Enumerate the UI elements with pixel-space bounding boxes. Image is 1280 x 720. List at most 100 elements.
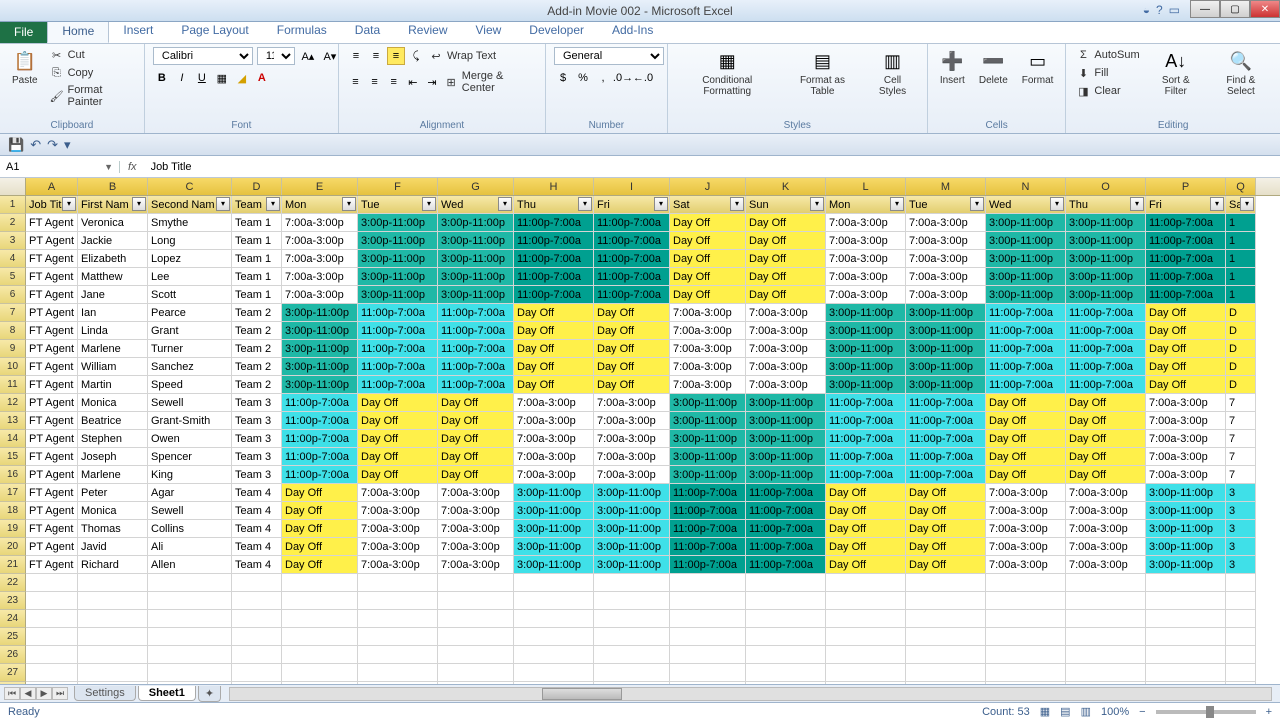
cell[interactable]: 7:00a-3:00p: [906, 286, 986, 304]
cell[interactable]: 7:00a-3:00p: [826, 232, 906, 250]
cell[interactable]: 3:00p-11:00p: [282, 340, 358, 358]
fill-color-button[interactable]: ◢: [233, 69, 251, 87]
cell[interactable]: 7:00a-3:00p: [594, 394, 670, 412]
cell[interactable]: 3:00p-11:00p: [358, 214, 438, 232]
align-middle-icon[interactable]: ≡: [367, 47, 385, 65]
cell[interactable]: 7:00a-3:00p: [826, 268, 906, 286]
cell[interactable]: Day Off: [282, 520, 358, 538]
cell[interactable]: Day Off: [826, 484, 906, 502]
cell[interactable]: [514, 628, 594, 646]
cell[interactable]: 3:00p-11:00p: [670, 430, 746, 448]
cell[interactable]: PT Agent: [26, 538, 78, 556]
cell[interactable]: 7:00a-3:00p: [670, 322, 746, 340]
cell[interactable]: 7:00a-3:00p: [670, 358, 746, 376]
sheet-tab-sheet1[interactable]: Sheet1: [138, 686, 196, 701]
grid-body[interactable]: 1Job Titl▾First Nam▾Second Nam▾Team▾Mon▾…: [0, 196, 1280, 684]
col-header-Q[interactable]: Q: [1226, 178, 1256, 195]
cell[interactable]: [594, 664, 670, 682]
cell[interactable]: Day Off: [594, 304, 670, 322]
increase-font-icon[interactable]: A▴: [299, 47, 317, 65]
cell[interactable]: 11:00p-7:00a: [514, 214, 594, 232]
cell[interactable]: FT Agent: [26, 250, 78, 268]
cell[interactable]: 7:00a-3:00p: [746, 340, 826, 358]
zoom-slider[interactable]: [1156, 710, 1256, 714]
cell[interactable]: 3:00p-11:00p: [438, 214, 514, 232]
cell[interactable]: D: [1226, 358, 1256, 376]
cell[interactable]: [148, 646, 232, 664]
cell[interactable]: [906, 628, 986, 646]
cell[interactable]: 11:00p-7:00a: [1066, 322, 1146, 340]
cut-button[interactable]: ✂Cut: [48, 47, 136, 63]
cell[interactable]: [1226, 610, 1256, 628]
cell[interactable]: [906, 610, 986, 628]
filter-dropdown-icon[interactable]: ▾: [498, 197, 512, 211]
cell[interactable]: Richard: [78, 556, 148, 574]
cell[interactable]: Day Off: [514, 340, 594, 358]
cell[interactable]: [26, 574, 78, 592]
cell[interactable]: Day Off: [514, 322, 594, 340]
cell[interactable]: [26, 610, 78, 628]
file-tab[interactable]: File: [0, 21, 47, 43]
row-header[interactable]: 16: [0, 466, 26, 484]
cell[interactable]: [1146, 574, 1226, 592]
cell[interactable]: [594, 646, 670, 664]
cell[interactable]: [232, 610, 282, 628]
cell[interactable]: Team 4: [232, 502, 282, 520]
cell[interactable]: Day Off: [986, 466, 1066, 484]
cell[interactable]: Monica: [78, 502, 148, 520]
cell[interactable]: 1: [1226, 268, 1256, 286]
cell[interactable]: 3:00p-11:00p: [514, 502, 594, 520]
cell[interactable]: Day Off: [282, 484, 358, 502]
cell[interactable]: [986, 592, 1066, 610]
cell[interactable]: 7:00a-3:00p: [670, 376, 746, 394]
cell[interactable]: [906, 646, 986, 664]
cell[interactable]: Day Off: [514, 358, 594, 376]
cell[interactable]: Stephen: [78, 430, 148, 448]
col-header-A[interactable]: A: [26, 178, 78, 195]
indent-dec-icon[interactable]: ⇤: [404, 73, 421, 91]
cell[interactable]: [986, 574, 1066, 592]
cell[interactable]: 3:00p-11:00p: [1066, 232, 1146, 250]
cell[interactable]: 11:00p-7:00a: [514, 286, 594, 304]
cell[interactable]: [906, 574, 986, 592]
cell[interactable]: [438, 592, 514, 610]
cell[interactable]: [1066, 628, 1146, 646]
cell[interactable]: Team 3: [232, 412, 282, 430]
cell[interactable]: [282, 664, 358, 682]
row-header[interactable]: 5: [0, 268, 26, 286]
cell[interactable]: Team 4: [232, 538, 282, 556]
tab-page-layout[interactable]: Page Layout: [167, 19, 262, 43]
cell[interactable]: Day Off: [282, 502, 358, 520]
cell[interactable]: Agar: [148, 484, 232, 502]
tab-review[interactable]: Review: [394, 19, 461, 43]
cell[interactable]: [148, 628, 232, 646]
cell[interactable]: 7:00a-3:00p: [1066, 556, 1146, 574]
cell[interactable]: 7:00a-3:00p: [594, 412, 670, 430]
cell[interactable]: [282, 646, 358, 664]
cell[interactable]: [1146, 592, 1226, 610]
cell[interactable]: Spencer: [148, 448, 232, 466]
view-layout-icon[interactable]: ▤: [1060, 705, 1070, 718]
cell[interactable]: 11:00p-7:00a: [282, 412, 358, 430]
cell[interactable]: Day Off: [670, 214, 746, 232]
cell[interactable]: [670, 592, 746, 610]
cell[interactable]: 11:00p-7:00a: [282, 448, 358, 466]
cell[interactable]: 3:00p-11:00p: [746, 430, 826, 448]
cell[interactable]: Day Off: [1066, 430, 1146, 448]
cell[interactable]: 11:00p-7:00a: [438, 358, 514, 376]
cell[interactable]: Jane: [78, 286, 148, 304]
name-box[interactable]: ▼: [0, 161, 120, 173]
cell[interactable]: 3:00p-11:00p: [1146, 556, 1226, 574]
cell[interactable]: [232, 592, 282, 610]
row-header[interactable]: 6: [0, 286, 26, 304]
cell[interactable]: 3:00p-11:00p: [986, 232, 1066, 250]
cell[interactable]: Ian: [78, 304, 148, 322]
cell[interactable]: 11:00p-7:00a: [746, 556, 826, 574]
cell[interactable]: [1226, 646, 1256, 664]
cell[interactable]: [282, 574, 358, 592]
cell[interactable]: Lee: [148, 268, 232, 286]
cell[interactable]: [358, 646, 438, 664]
cell[interactable]: 3:00p-11:00p: [826, 304, 906, 322]
cell[interactable]: Team 4: [232, 556, 282, 574]
col-header-M[interactable]: M: [906, 178, 986, 195]
